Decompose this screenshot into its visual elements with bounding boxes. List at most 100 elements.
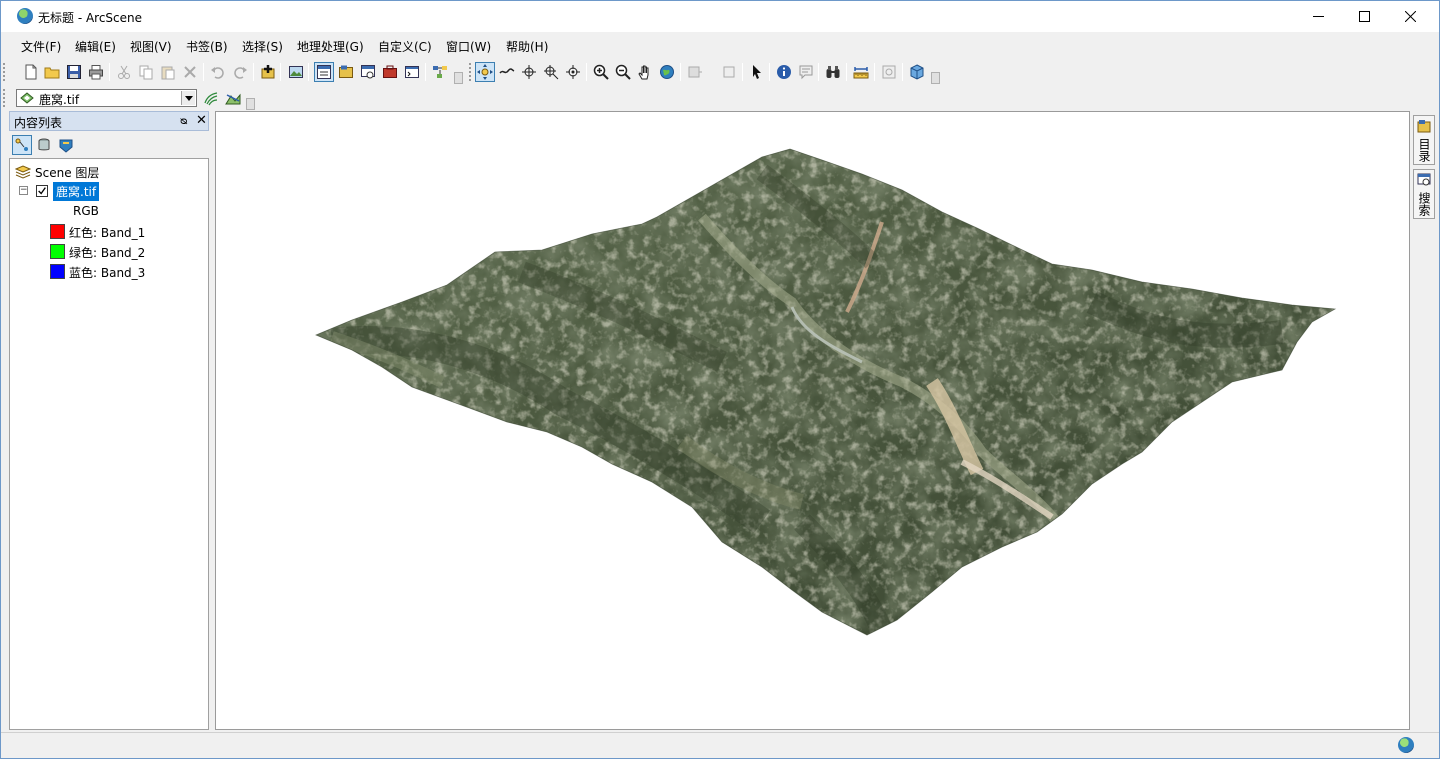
raster-layer-icon: [20, 92, 34, 104]
save-icon[interactable]: [64, 62, 84, 82]
scene-layers-label: Scene 图层: [35, 166, 100, 180]
copy-icon[interactable]: [136, 62, 156, 82]
line-of-sight-icon[interactable]: [223, 88, 243, 108]
close-button[interactable]: [1387, 1, 1433, 32]
list-by-drawing-order-icon[interactable]: [12, 135, 32, 155]
red-band-label: 红色: Band_1: [69, 226, 146, 240]
menu-file[interactable]: 文件(F): [21, 38, 61, 55]
select-pointer-icon[interactable]: [747, 62, 767, 82]
pin-icon[interactable]: ᴓ: [180, 114, 188, 127]
previous-extent-icon[interactable]: [685, 62, 705, 82]
menu-edit[interactable]: 编辑(E): [75, 38, 116, 55]
new-document-icon[interactable]: [21, 62, 41, 82]
zoom-out-icon[interactable]: [613, 62, 633, 82]
toolbar-overflow-button[interactable]: [454, 72, 463, 84]
catalog-window-icon[interactable]: [336, 62, 356, 82]
toolbar-overflow-button[interactable]: [931, 72, 940, 84]
terrain-surface[interactable]: [216, 112, 1411, 731]
close-icon[interactable]: ✕: [196, 113, 207, 128]
green-band-swatch: [50, 244, 65, 259]
menu-help[interactable]: 帮助(H): [506, 38, 548, 55]
toolbar-separator: [586, 63, 587, 81]
python-window-icon[interactable]: [402, 62, 422, 82]
blue-band-label: 蓝色: Band_3: [69, 266, 146, 280]
globe-status-icon: [1398, 737, 1414, 753]
list-by-source-icon[interactable]: [34, 135, 54, 155]
arctoolbox-icon[interactable]: [380, 62, 400, 82]
layer-visibility-checkbox[interactable]: [36, 185, 48, 197]
toolbar-separator: [680, 63, 681, 81]
toc-toolbar: [9, 132, 209, 158]
open-folder-icon[interactable]: [42, 62, 62, 82]
zoom-in-icon[interactable]: [591, 62, 611, 82]
arcscene-window: 无标题 - ArcScene 文件(F) 编辑(E) 视图(V) 书签(B) 选…: [0, 0, 1440, 759]
layer-select-combo[interactable]: 鹿窝.tif: [16, 89, 197, 107]
chevron-down-icon[interactable]: [181, 91, 195, 105]
toc-tree: Scene 图层 − 鹿窝.tif RGB 红色: Band_1 绿色: Ban…: [9, 158, 209, 730]
menu-windows[interactable]: 窗口(W): [446, 38, 491, 55]
undo-icon[interactable]: [208, 62, 228, 82]
toc-window-icon[interactable]: [314, 62, 334, 82]
toolbar-grip[interactable]: [3, 63, 6, 81]
menu-geoprocessing[interactable]: 地理处理(G): [297, 38, 364, 55]
toolbar-overflow-button[interactable]: [246, 98, 255, 110]
contour-tool-icon[interactable]: [201, 88, 221, 108]
set-observer-icon[interactable]: [563, 62, 583, 82]
toolbar-separator: [742, 63, 743, 81]
target-center-icon[interactable]: [519, 62, 539, 82]
minimize-button[interactable]: [1295, 1, 1341, 32]
modelbuilder-icon[interactable]: [430, 62, 450, 82]
search-dock-tab[interactable]: 搜索: [1413, 169, 1435, 219]
animation-icon[interactable]: [879, 62, 899, 82]
toolbar-separator: [874, 63, 875, 81]
search-icon: [1417, 173, 1431, 186]
layer-name-selected[interactable]: 鹿窝.tif: [53, 182, 100, 201]
next-extent-icon[interactable]: [719, 62, 739, 82]
menu-view[interactable]: 视图(V): [130, 38, 172, 55]
arcscene-app-icon: [17, 8, 33, 24]
toolbar-grip[interactable]: [469, 63, 472, 81]
fly-tool-icon[interactable]: [497, 62, 517, 82]
renderer-label: RGB: [73, 204, 99, 218]
search-window-icon[interactable]: [358, 62, 378, 82]
toolbar-separator: [280, 63, 281, 81]
full-extent-globe-icon[interactable]: [657, 62, 677, 82]
measure-ruler-icon[interactable]: [851, 62, 871, 82]
identify-info-icon[interactable]: [774, 62, 794, 82]
green-band-label: 绿色: Band_2: [69, 246, 146, 260]
pan-hand-icon[interactable]: [635, 62, 655, 82]
delete-icon[interactable]: [180, 62, 200, 82]
list-by-visibility-icon[interactable]: [56, 135, 76, 155]
status-bar: [1, 732, 1439, 758]
toolbar-grip[interactable]: [3, 89, 6, 107]
right-dock: 目录 搜索: [1411, 111, 1439, 730]
scene-properties-cube-icon[interactable]: [907, 62, 927, 82]
add-data-icon[interactable]: [258, 62, 278, 82]
blue-band-swatch: [50, 264, 65, 279]
html-popup-icon[interactable]: [796, 62, 816, 82]
toc-title: 内容列表: [14, 116, 63, 130]
toolbar-separator: [846, 63, 847, 81]
cut-icon[interactable]: [114, 62, 134, 82]
print-icon[interactable]: [86, 62, 106, 82]
scene-view[interactable]: [215, 111, 1410, 730]
catalog-dock-tab[interactable]: 目录: [1413, 115, 1435, 165]
menu-bookmarks[interactable]: 书签(B): [186, 38, 228, 55]
zoom-to-target-icon[interactable]: [541, 62, 561, 82]
layer-properties-icon[interactable]: [286, 62, 306, 82]
navigate-tool-icon[interactable]: [475, 62, 495, 82]
catalog-icon: [1417, 120, 1431, 133]
maximize-button[interactable]: [1341, 1, 1387, 32]
window-title: 无标题 - ArcScene: [38, 11, 143, 25]
paste-icon[interactable]: [158, 62, 178, 82]
redo-icon[interactable]: [230, 62, 250, 82]
toolbar-separator: [769, 63, 770, 81]
find-binoculars-icon[interactable]: [823, 62, 843, 82]
search-tab-label: 搜索: [1417, 192, 1431, 216]
menu-selection[interactable]: 选择(S): [242, 38, 283, 55]
toc-panel-header: 内容列表 ᴓ ✕: [9, 111, 209, 131]
title-bar: 无标题 - ArcScene: [1, 1, 1439, 32]
catalog-tab-label: 目录: [1417, 138, 1431, 162]
collapse-toggle[interactable]: −: [19, 186, 28, 195]
menu-customize[interactable]: 自定义(C): [378, 38, 432, 55]
